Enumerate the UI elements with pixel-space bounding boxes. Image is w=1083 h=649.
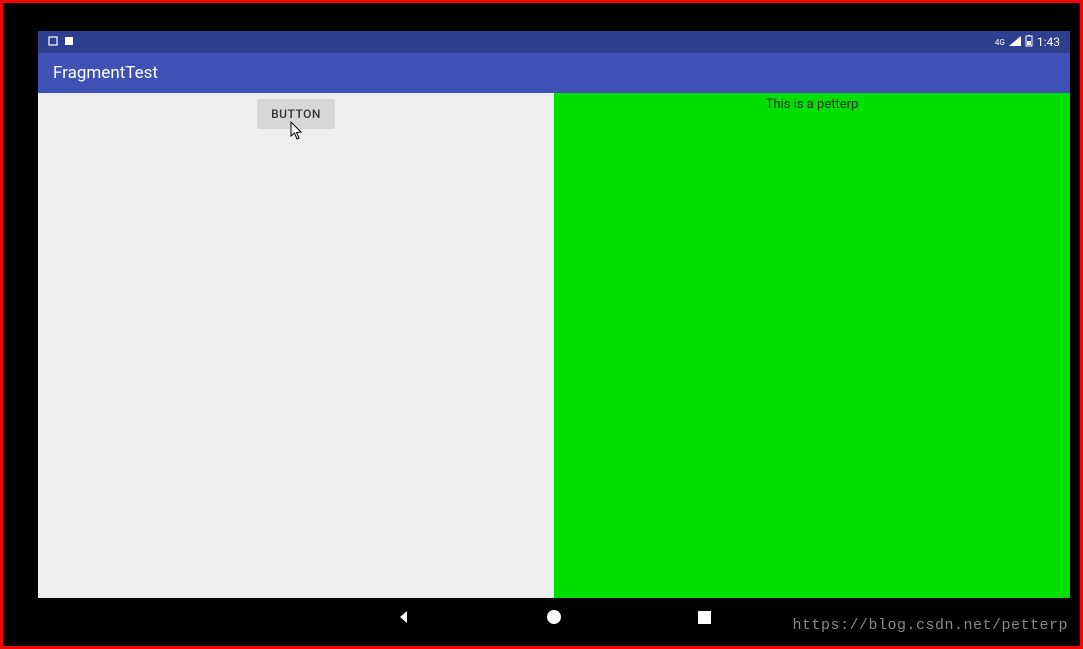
nav-back-button[interactable]: [394, 607, 414, 627]
network-label: 4G: [995, 38, 1005, 47]
notification-icon-2: [64, 36, 74, 49]
action-bar: FragmentTest: [38, 53, 1070, 93]
right-fragment-text: This is a petterp: [766, 97, 859, 112]
app-title: FragmentTest: [53, 63, 158, 83]
status-bar: 4G 1:43: [38, 31, 1070, 53]
signal-icon: [1009, 36, 1021, 49]
battery-icon: [1025, 35, 1033, 50]
nav-recent-button[interactable]: [694, 607, 714, 627]
right-fragment: This is a petterp: [554, 93, 1070, 598]
left-fragment: BUTTON: [38, 93, 554, 598]
clock-text: 1:43: [1037, 35, 1060, 49]
button[interactable]: BUTTON: [257, 99, 335, 129]
content-area: BUTTON This is a petterp: [38, 93, 1070, 598]
notification-icon: [48, 36, 58, 49]
device-frame: 4G 1:43 FragmentTest BUTTON This is a pe…: [38, 31, 1070, 636]
status-bar-left: [48, 36, 74, 49]
status-bar-right: 4G 1:43: [995, 35, 1060, 50]
nav-home-button[interactable]: [544, 607, 564, 627]
watermark-text: https://blog.csdn.net/petterp: [792, 617, 1068, 634]
